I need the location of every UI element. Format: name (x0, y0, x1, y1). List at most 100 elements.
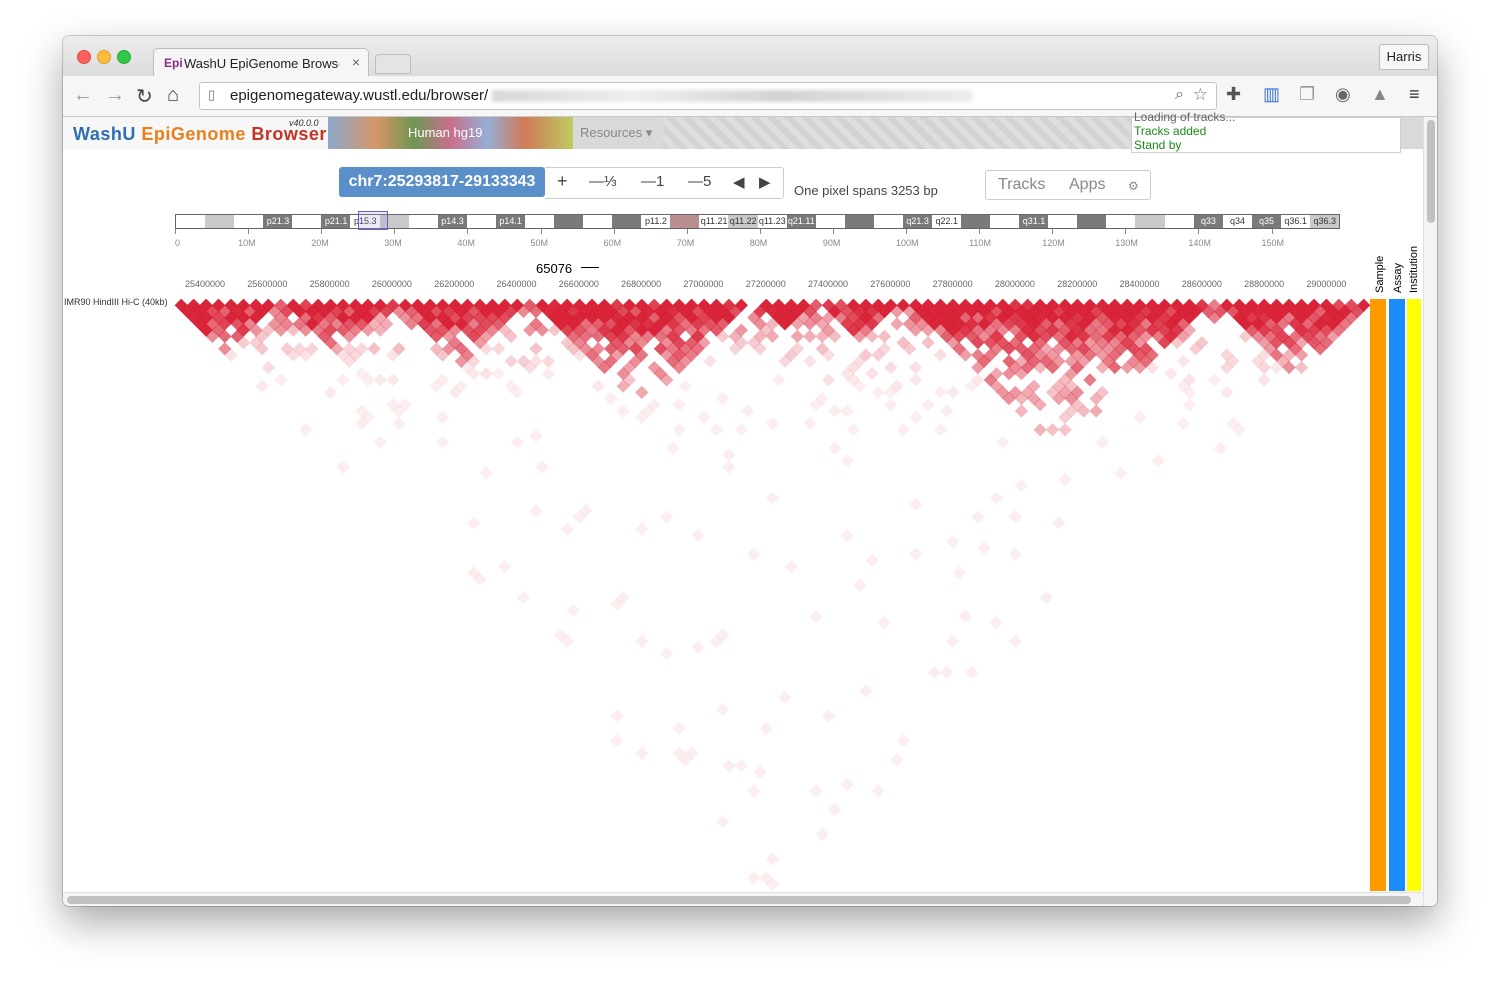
horizontal-scrollbar[interactable] (63, 892, 1423, 906)
ruler-tick (540, 229, 542, 234)
hic-cell (436, 435, 450, 449)
status-line-2: Tracks added (1134, 124, 1207, 138)
hic-cell (492, 342, 506, 356)
hic-cell (529, 429, 543, 443)
ideogram-band (408, 215, 439, 228)
maximize-window-button[interactable] (117, 50, 131, 64)
hic-cell (884, 398, 898, 412)
drive-icon[interactable]: ▲ (1371, 84, 1389, 105)
pan-right-button[interactable]: ▶ (759, 173, 771, 191)
horizontal-scroll-thumb[interactable] (67, 896, 1411, 904)
hic-cell (367, 342, 381, 356)
home-icon[interactable]: ⌂ (167, 84, 179, 107)
hic-heatmap[interactable] (175, 299, 1370, 891)
hic-cell (492, 367, 506, 381)
status-box: Loading of tracks... Tracks added Stand … (1131, 110, 1401, 153)
hic-cell (921, 335, 935, 350)
hic-cell (809, 784, 823, 798)
ruler-tick (1198, 229, 1200, 234)
brand-logo[interactable]: WashU EpiGenome Browser v40.0.0 (63, 117, 328, 149)
reload-icon[interactable]: ↻ (136, 84, 153, 109)
hic-cell (635, 522, 649, 536)
ideogram-band (1135, 215, 1166, 228)
vertical-scrollbar[interactable] (1423, 117, 1437, 906)
coordinate-label: 26800000 (621, 279, 662, 289)
coordinate-label: 27000000 (683, 279, 724, 289)
hic-cell (716, 703, 730, 717)
ideogram-band: q34 (1222, 215, 1253, 228)
profile-button[interactable]: Harris (1379, 44, 1429, 70)
ideogram-band (292, 215, 322, 228)
address-bar[interactable]: ▯ epigenomegateway.wustl.edu/browser/ ⌕ … (199, 82, 1217, 110)
zoom-out-third-button[interactable]: —⅓ (589, 173, 617, 190)
bookmark-icon[interactable]: ▥ (1263, 84, 1280, 105)
ruler-tick (832, 229, 834, 234)
forward-icon[interactable]: → (105, 84, 125, 107)
ideogram-band: p14.1 (495, 215, 526, 228)
assay-metadata-bar[interactable] (1389, 299, 1405, 891)
hic-cell (323, 385, 338, 399)
chromosome-ideogram[interactable]: p21.3 p21.1 p15.3 p14.3 p14.1 p11.2 q11.21 q11.… (175, 214, 1340, 229)
back-icon[interactable]: ← (73, 84, 93, 107)
tab-close-icon[interactable]: × (352, 54, 360, 70)
hic-cell (909, 373, 923, 387)
new-tab-button[interactable] (375, 54, 411, 74)
hic-cell (529, 503, 543, 518)
coordinate-label: 27400000 (808, 279, 849, 289)
epigenome-browser-app: WashU EpiGenome Browser v40.0.0 Human hg… (63, 110, 1437, 906)
vertical-scroll-thumb[interactable] (1427, 120, 1435, 223)
ruler-label: 140M (1188, 238, 1211, 248)
tracks-button[interactable]: Tracks (998, 176, 1045, 194)
hic-cell (734, 423, 749, 437)
track-label[interactable]: IMR90 HindIII Hi-C (40kb) (64, 297, 176, 307)
extension-icon[interactable]: ✚ (1226, 84, 1241, 105)
ideogram-band: q31.1 (1019, 215, 1049, 228)
genome-label[interactable]: Human hg19 (408, 125, 482, 140)
coordinate-ruler: 25400000 25600000 25800000 26000000 26200000… (175, 277, 1370, 291)
menu-icon[interactable]: ≡ (1409, 84, 1420, 105)
pixel-span-label: One pixel spans 3253 bp (794, 183, 938, 198)
ideogram-band (1164, 215, 1195, 228)
ideogram-band: p11.2 (641, 215, 671, 228)
hic-cell (541, 354, 556, 368)
ideogram-band (524, 215, 555, 228)
minimize-window-button[interactable] (97, 50, 111, 64)
ruler-label: 150M (1261, 238, 1285, 248)
ruler-label: 130M (1115, 238, 1138, 248)
browser-window: Epi WashU EpiGenome Browser × Harris ← →… (63, 36, 1437, 906)
globe-icon[interactable]: ◉ (1335, 84, 1351, 105)
ideogram-band: q21.3 (902, 215, 933, 228)
hic-cell (610, 734, 624, 748)
apps-button[interactable]: Apps (1069, 176, 1105, 194)
ideogram-band (670, 215, 700, 228)
hic-cell (299, 423, 313, 437)
hic-cell (635, 634, 649, 648)
ideogram-view-window[interactable] (358, 211, 388, 230)
copy-icon[interactable]: ❐ (1299, 84, 1315, 105)
institution-metadata-bar[interactable] (1407, 299, 1421, 891)
hic-cell (660, 647, 674, 661)
resources-menu[interactable]: Resources ▾ (580, 125, 652, 141)
settings-icon[interactable]: ⚙ (1128, 179, 1139, 193)
hic-cell (1014, 479, 1029, 493)
zoom-out-1-button[interactable]: —1 (641, 173, 664, 190)
hic-cell (1052, 516, 1066, 530)
hic-cell (498, 560, 512, 574)
pan-left-button[interactable]: ◀ (733, 173, 745, 191)
hic-cell (896, 423, 910, 437)
hic-cell (510, 435, 524, 449)
browser-tab[interactable]: Epi WashU EpiGenome Browser × (153, 48, 369, 77)
coordinate-label: 25800000 (309, 279, 350, 289)
zoom-in-button[interactable]: + (557, 171, 568, 192)
hic-cell (373, 435, 388, 449)
star-icon[interactable]: ☆ (1193, 85, 1208, 105)
zoom-out-5-button[interactable]: —5 (688, 173, 711, 190)
sample-metadata-bar[interactable] (1370, 299, 1386, 891)
status-line-1: Loading of tracks... (1134, 110, 1236, 124)
coordinate-button[interactable]: chr7:25293817-29133343 (339, 167, 545, 197)
hic-cell (1039, 591, 1053, 605)
hic-cell (840, 454, 854, 468)
hic-cell (1089, 404, 1103, 418)
zoom-icon[interactable]: ⌕ (1175, 86, 1184, 104)
close-window-button[interactable] (77, 50, 91, 64)
